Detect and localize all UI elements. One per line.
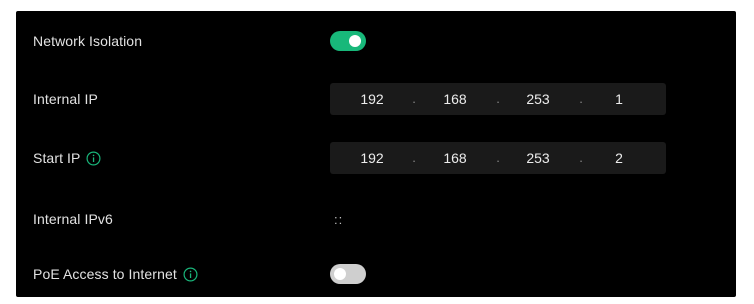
ip-separator: . (496, 91, 500, 106)
start-ip-label: Start IP (33, 150, 81, 166)
start-ip-octet-2[interactable]: 168 (430, 142, 480, 174)
start-ip-input: 192 . 168 . 253 . 2 (330, 142, 666, 174)
row-internal-ipv6: Internal IPv6 :: (16, 203, 736, 235)
network-isolation-label: Network Isolation (33, 33, 143, 49)
toggle-knob (334, 268, 346, 280)
ip-separator: . (412, 91, 416, 106)
internal-ip-octet-1[interactable]: 192 (347, 83, 397, 115)
start-ip-label-group: Start IP (33, 150, 101, 166)
network-settings-panel: Network Isolation Internal IP 192 . 168 … (16, 11, 736, 297)
ip-separator: . (496, 150, 500, 165)
internal-ip-label: Internal IP (33, 91, 98, 107)
poe-access-label: PoE Access to Internet (33, 266, 177, 282)
start-ip-octet-4[interactable]: 2 (594, 142, 644, 174)
network-isolation-control (330, 31, 366, 51)
row-poe-access: PoE Access to Internet (16, 258, 736, 290)
internal-ip-octet-2[interactable]: 168 (430, 83, 480, 115)
internal-ip-octet-4[interactable]: 1 (594, 83, 644, 115)
internal-ipv6-control: :: (330, 212, 343, 227)
poe-access-label-group: PoE Access to Internet (33, 266, 198, 282)
row-internal-ip: Internal IP 192 . 168 . 253 . 1 (16, 83, 736, 115)
poe-access-control (330, 264, 366, 284)
start-ip-control: 192 . 168 . 253 . 2 (330, 142, 666, 174)
start-ip-octet-3[interactable]: 253 (513, 142, 563, 174)
ip-separator: . (579, 91, 583, 106)
internal-ipv6-label: Internal IPv6 (33, 211, 113, 227)
info-icon[interactable] (86, 150, 101, 166)
network-isolation-toggle[interactable] (330, 31, 366, 51)
toggle-knob (349, 35, 361, 47)
internal-ipv6-value: :: (334, 211, 344, 227)
internal-ip-input: 192 . 168 . 253 . 1 (330, 83, 666, 115)
poe-access-toggle[interactable] (330, 264, 366, 284)
start-ip-octet-1[interactable]: 192 (347, 142, 397, 174)
internal-ip-control: 192 . 168 . 253 . 1 (330, 83, 666, 115)
row-start-ip: Start IP 192 . 168 . 253 . 2 (16, 142, 736, 174)
internal-ip-octet-3[interactable]: 253 (513, 83, 563, 115)
row-network-isolation: Network Isolation (16, 25, 736, 57)
ip-separator: . (579, 150, 583, 165)
info-icon[interactable] (183, 266, 198, 282)
ip-separator: . (412, 150, 416, 165)
